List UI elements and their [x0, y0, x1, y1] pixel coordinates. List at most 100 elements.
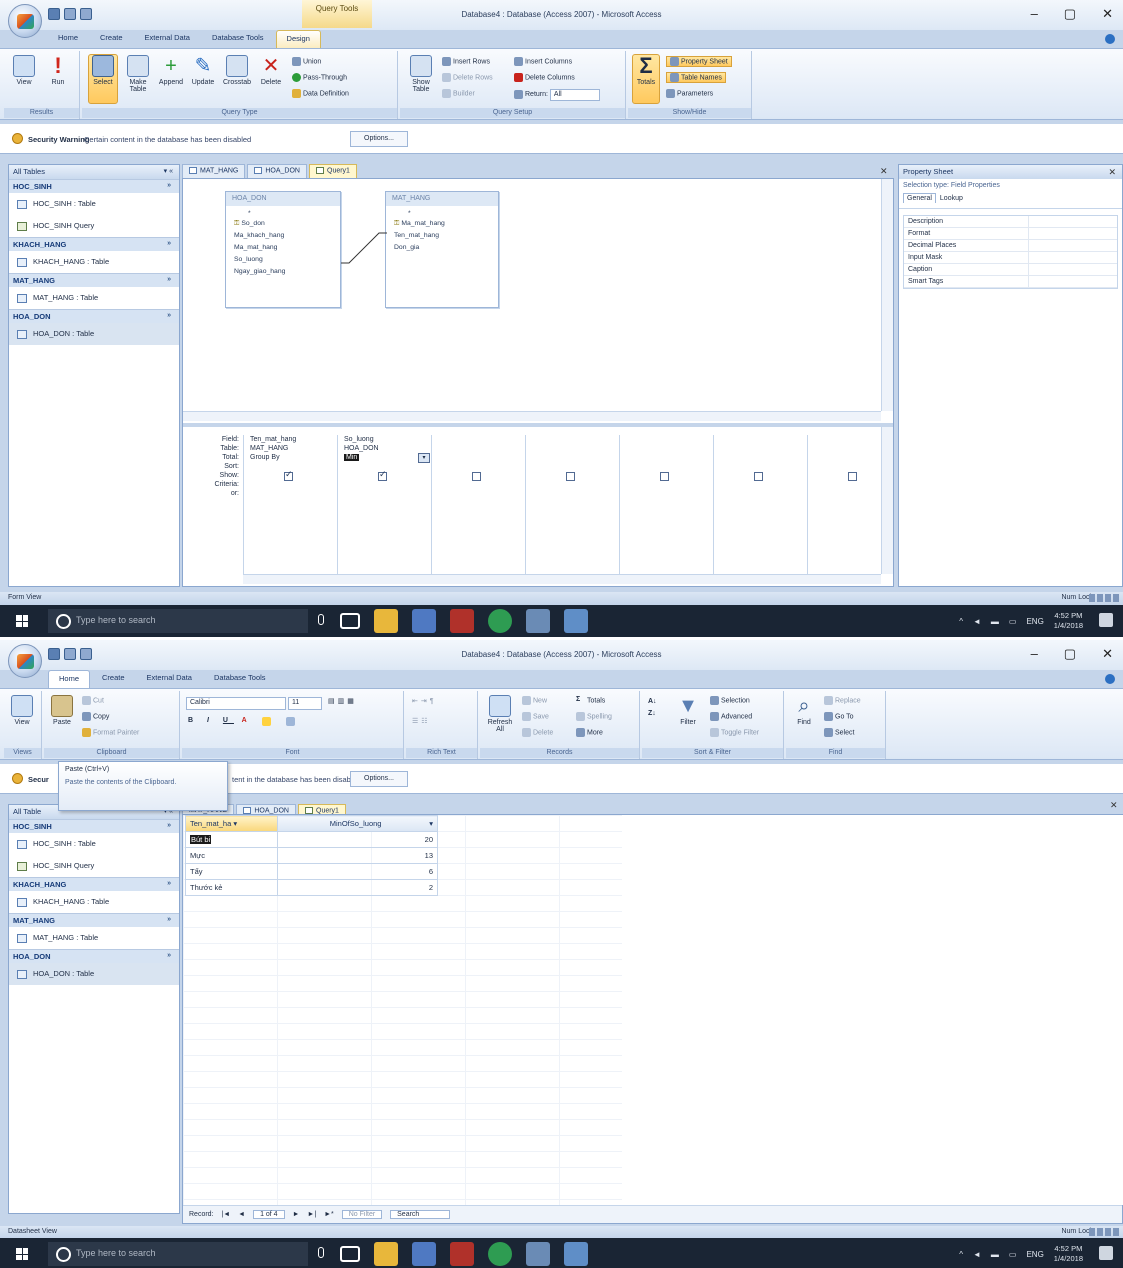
table-row[interactable]: Mực 13	[185, 847, 438, 864]
property-row[interactable]: Caption	[904, 264, 1117, 276]
design-grid-column[interactable]	[713, 435, 807, 575]
insert-columns-button[interactable]: Insert Columns	[514, 57, 572, 66]
spelling-button[interactable]: Spelling	[576, 712, 612, 721]
field-list-hoa-don[interactable]: HOA_DON * So_don Ma_khach_hang Ma_mat_ha…	[225, 191, 341, 308]
new-record-icon[interactable]: ►*	[324, 1211, 334, 1218]
minimize-icon[interactable]: –	[1031, 646, 1038, 662]
notification-icon[interactable]	[1099, 613, 1113, 627]
undo-icon[interactable]	[64, 8, 76, 20]
totals-button[interactable]: Σ Totals	[576, 696, 605, 705]
table-names-button[interactable]: Table Names	[666, 72, 726, 83]
run-button[interactable]: ! Run	[44, 55, 72, 87]
show-checkbox[interactable]	[284, 470, 293, 481]
table-pane-vscroll[interactable]	[881, 179, 893, 411]
language-indicator[interactable]: ENG	[1026, 617, 1043, 626]
table-pane-hscroll[interactable]	[183, 411, 881, 421]
cell[interactable]: Bút bi	[185, 831, 278, 848]
record-position[interactable]: 1 of 4	[253, 1210, 285, 1219]
first-record-icon[interactable]: |◄	[221, 1211, 230, 1218]
cut-button[interactable]: Cut	[82, 696, 104, 705]
paste-button[interactable]: Paste	[48, 695, 76, 726]
office-button[interactable]	[8, 4, 42, 38]
app-icon[interactable]	[412, 609, 436, 633]
chevron-down-icon[interactable]: ▾	[418, 453, 430, 463]
field-cell[interactable]: Ten_mat_hang	[244, 435, 337, 444]
totals-button[interactable]: Σ Totals	[632, 54, 660, 104]
chevron-up-icon[interactable]: »	[167, 240, 171, 247]
close-document-icon[interactable]: ✕	[1110, 800, 1118, 811]
nav-item[interactable]: MAT_HANG : Table	[9, 287, 179, 309]
office-button[interactable]	[8, 644, 42, 678]
toggle-filter-button[interactable]: Toggle Filter	[710, 728, 759, 737]
builder-button[interactable]: Builder	[442, 89, 475, 98]
chrome-icon[interactable]	[488, 1242, 512, 1266]
delete-record-button[interactable]: Delete	[522, 728, 553, 737]
chevron-up-icon[interactable]: »	[167, 276, 171, 283]
view-switcher[interactable]	[1089, 594, 1119, 602]
chevron-down-icon[interactable]: ▾	[429, 819, 433, 828]
show-checkbox[interactable]	[566, 472, 575, 481]
chevron-up-icon[interactable]: »	[167, 182, 171, 189]
microphone-icon[interactable]	[318, 614, 324, 625]
nav-item[interactable]: HOC_SINH : Table	[9, 833, 179, 855]
chevron-up-icon[interactable]: »	[167, 312, 171, 319]
cell[interactable]: 6	[277, 863, 438, 880]
help-icon[interactable]	[1105, 34, 1115, 44]
file-explorer-icon[interactable]	[374, 609, 398, 633]
cell[interactable]: Tẩy	[185, 863, 278, 880]
clock[interactable]: 4:52 PM 1/4/2018	[1054, 611, 1083, 631]
pass-through-button[interactable]: Pass-Through	[292, 73, 347, 82]
advanced-button[interactable]: Advanced	[710, 712, 752, 721]
chevron-up-icon[interactable]: »	[167, 880, 171, 887]
datasheet-search-input[interactable]: Search	[390, 1210, 451, 1219]
save-icon[interactable]	[48, 8, 60, 20]
column-header[interactable]: MinOfSo_luong ▾	[277, 815, 438, 832]
relationship-line[interactable]	[341, 219, 387, 269]
format-painter-button[interactable]: Format Painter	[82, 728, 139, 737]
align-buttons[interactable]: ▤▥▦	[328, 697, 357, 705]
prev-record-icon[interactable]: ◄	[238, 1211, 245, 1218]
cell[interactable]: Thước kẻ	[185, 879, 278, 896]
total-cell[interactable]: Group By	[244, 453, 337, 462]
view-button[interactable]: View	[10, 55, 38, 86]
chevron-down-icon[interactable]: ▾	[233, 819, 237, 828]
redo-icon[interactable]	[80, 8, 92, 20]
field-item[interactable]: Ngay_giao_hang	[234, 266, 336, 278]
delete-query-button[interactable]: ✕ Delete	[256, 55, 286, 86]
close-icon[interactable]: ✕	[1102, 6, 1113, 22]
windows-start-icon[interactable]	[16, 1248, 28, 1260]
nav-group-header[interactable]: KHACH_HANG »	[9, 877, 179, 891]
table-cell[interactable]: HOA_DON	[338, 444, 431, 453]
cell[interactable]: 2	[277, 879, 438, 896]
tab-lookup[interactable]: Lookup	[940, 195, 963, 202]
filter-button[interactable]: ▼ Filter	[674, 695, 702, 726]
more-button[interactable]: More	[576, 728, 603, 737]
tab-mat-hang[interactable]: MAT_HANG	[182, 164, 246, 178]
selection-button[interactable]: Selection	[710, 696, 750, 705]
tray-up-arrow-icon[interactable]: ^	[959, 1250, 963, 1259]
task-view-icon[interactable]	[340, 613, 360, 629]
copy-button[interactable]: Copy	[82, 712, 109, 721]
field-item[interactable]: Ma_mat_hang	[234, 242, 336, 254]
table-row[interactable]: Bút bi 20	[185, 831, 438, 848]
volume-icon[interactable]: ◄	[973, 617, 981, 626]
save-icon[interactable]	[48, 648, 60, 660]
font-style-buttons[interactable]: B I U A	[188, 717, 253, 724]
sort-buttons[interactable]: A↓ Z↓	[648, 696, 657, 720]
field-item[interactable]: Don_gia	[394, 242, 494, 254]
tab-external-data[interactable]: External Data	[135, 30, 200, 48]
font-name-select[interactable]: Calibri	[186, 697, 286, 710]
next-record-icon[interactable]: ►	[293, 1211, 300, 1218]
select-query-button[interactable]: Select	[88, 54, 118, 104]
redo-icon[interactable]	[80, 648, 92, 660]
security-options-button[interactable]: Options...	[350, 131, 408, 147]
tab-home[interactable]: Home	[48, 670, 91, 688]
delete-columns-button[interactable]: Delete Columns	[514, 73, 575, 82]
last-record-icon[interactable]: ►|	[307, 1211, 316, 1218]
primary-key-field[interactable]: So_don	[234, 218, 336, 230]
close-icon[interactable]: ✕	[1108, 167, 1116, 178]
security-options-button[interactable]: Options...	[350, 771, 408, 787]
app-icon[interactable]	[526, 609, 550, 633]
new-record-button[interactable]: New	[522, 696, 547, 705]
indent-buttons[interactable]: ⇤⇥¶	[412, 697, 437, 705]
